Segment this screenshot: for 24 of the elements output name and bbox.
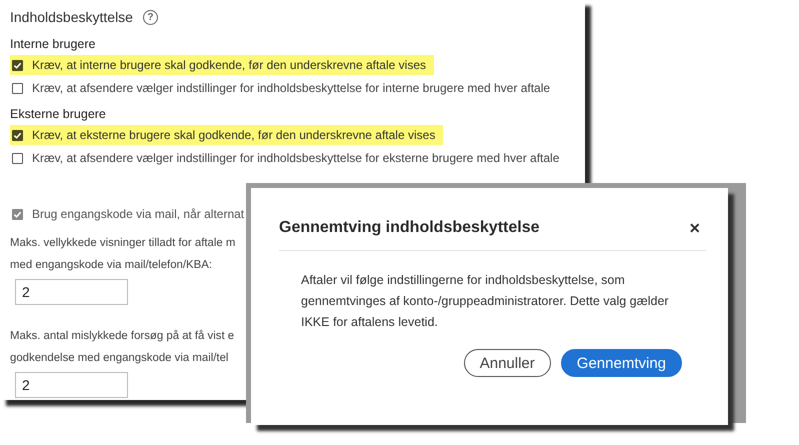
- dialog-title: Gennemtving indholdsbeskyttelse: [279, 219, 540, 237]
- section-heading: Interne brugere: [10, 36, 96, 52]
- panel-title: Indholdsbeskyttelse: [10, 9, 133, 25]
- dialog-message: Aftaler vil følge indstillingerne for indholdsbeskyttelse, som gennemtvinges af konto-/gruppeadministratorer. Dette valg gælder IKKE for aftalens levetid.: [301, 272, 670, 331]
- option-label: Kræv, at interne brugere skal godkende, før den underskrevne aftale vises: [32, 58, 426, 72]
- checkbox[interactable]: [12, 130, 23, 140]
- option-label: Brug engangskode via mail, når alternat: [32, 207, 244, 221]
- help-icon[interactable]: ?: [142, 10, 158, 24]
- number-input[interactable]: 2: [15, 279, 128, 305]
- number-input[interactable]: 2: [15, 372, 128, 398]
- field-label: med engangskode via mail/telefon/KBA:: [10, 258, 212, 273]
- field-label: godkendelse med engangskode via mail/tel: [10, 351, 228, 366]
- field-label: Maks. antal mislykkede forsøg på at få vist e: [10, 328, 234, 344]
- cancel-button[interactable]: Annuller: [464, 349, 551, 377]
- field-label: Maks. vellykkede visninger tilladt for aftale m: [10, 236, 236, 251]
- option-label: Kræv, at afsendere vælger indstillinger for indholdsbeskyttelse for interne brugere med hver aftale: [32, 81, 550, 95]
- option-label: Kræv, at afsendere vælger indstillinger for indholdsbeskyttelse for eksterne brugere med hver aftale: [32, 151, 560, 165]
- close-button[interactable]: ×: [683, 218, 706, 238]
- confirm-button[interactable]: Gennemtving: [560, 349, 682, 377]
- checkbox[interactable]: [12, 82, 23, 94]
- option-label: Kræv, at eksterne brugere skal godkende, før den underskrevne aftale vises: [32, 128, 436, 142]
- section-heading: Eksterne brugere: [10, 106, 107, 122]
- checkbox[interactable]: [12, 152, 23, 164]
- checkbox[interactable]: [12, 60, 23, 70]
